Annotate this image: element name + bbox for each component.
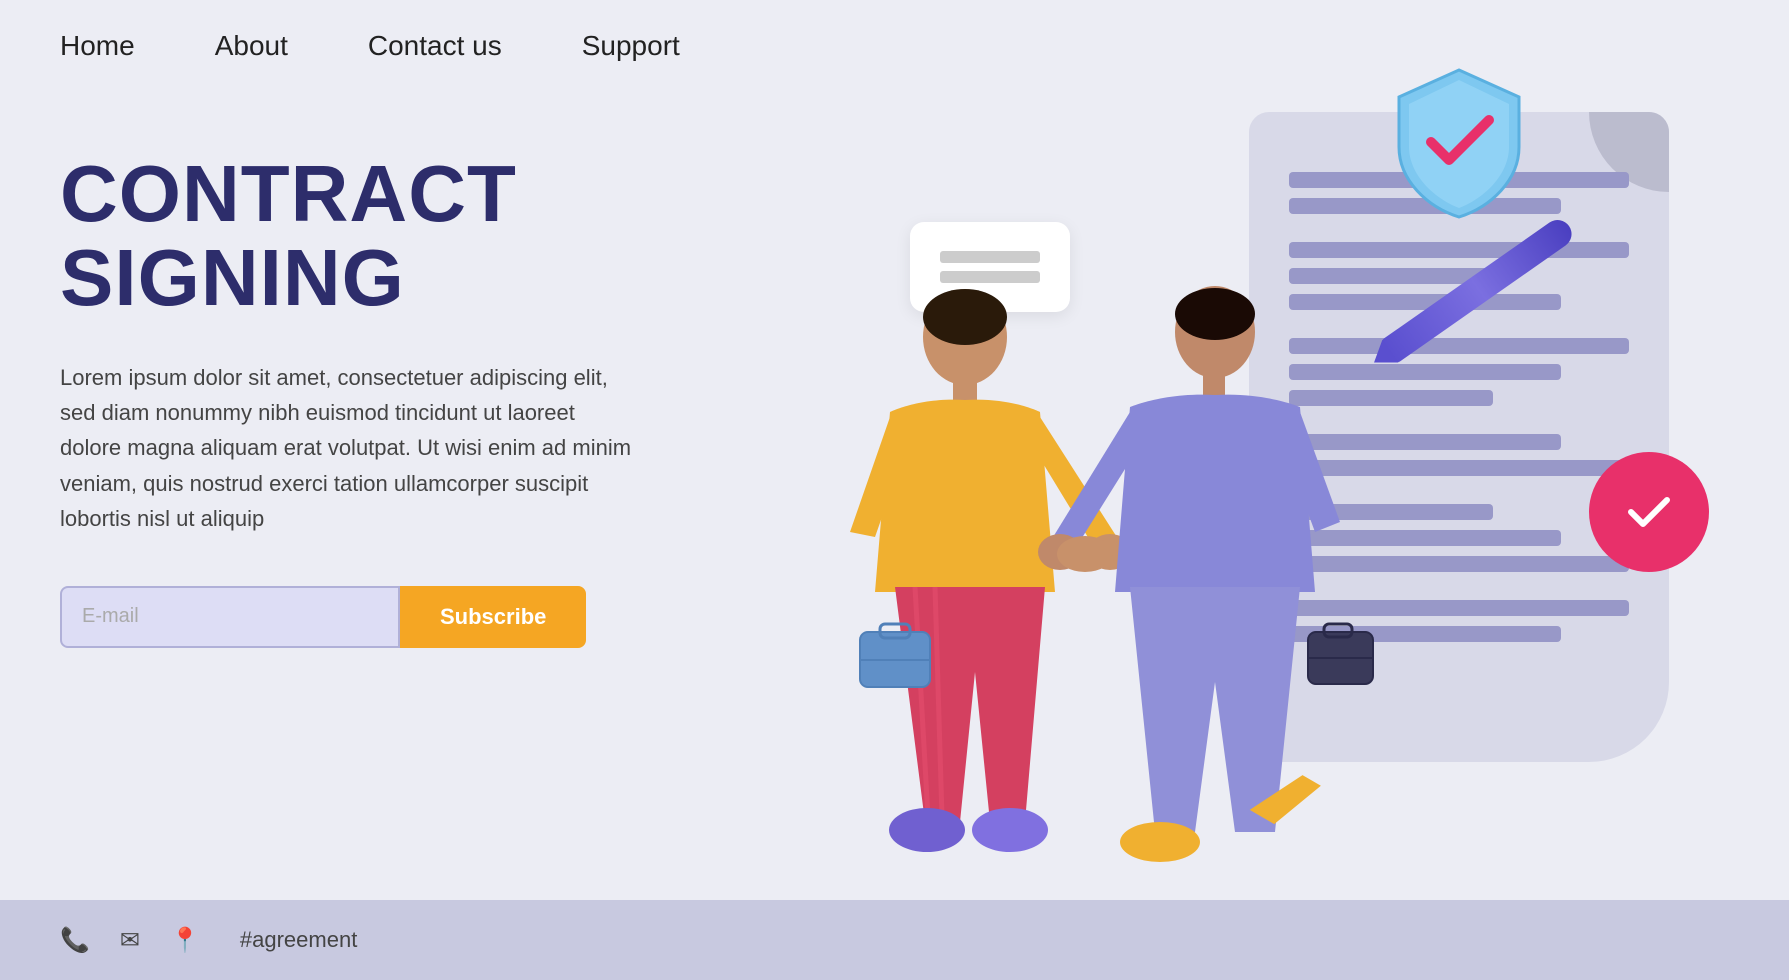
mail-icon: ✉ [120, 926, 140, 955]
nav-about[interactable]: About [215, 30, 288, 62]
main-content: CONTRACT SIGNING Lorem ipsum dolor sit a… [0, 92, 1789, 912]
phone-icon: 📞 [60, 926, 90, 955]
subscribe-row: Subscribe [60, 586, 710, 648]
hero-description: Lorem ipsum dolor sit amet, consectetuer… [60, 360, 640, 536]
nav-home[interactable]: Home [60, 30, 135, 62]
shield-icon [1389, 62, 1529, 222]
left-panel: CONTRACT SIGNING Lorem ipsum dolor sit a… [60, 92, 710, 912]
people-illustration [760, 242, 1460, 902]
footer: 📞 ✉ 📍 #agreement [0, 900, 1789, 980]
subscribe-button[interactable]: Subscribe [400, 586, 586, 648]
nav-support[interactable]: Support [582, 30, 680, 62]
pink-check-icon [1589, 452, 1709, 572]
hero-title: CONTRACT SIGNING [60, 152, 710, 320]
footer-hashtag: #agreement [240, 927, 357, 953]
nav-contact[interactable]: Contact us [368, 30, 502, 62]
email-input[interactable] [60, 586, 400, 648]
location-icon: 📍 [170, 926, 200, 955]
illustration-panel [710, 92, 1729, 912]
